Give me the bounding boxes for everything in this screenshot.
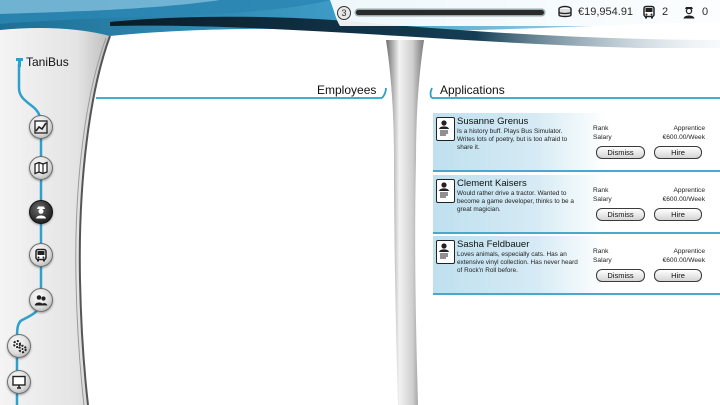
company-name-label: TaniBus — [26, 55, 69, 69]
applicant-bio: Loves animals, especially cats. Has an e… — [457, 251, 578, 274]
dismiss-button[interactable]: Dismiss — [596, 146, 645, 159]
bus-icon — [35, 248, 47, 262]
applicant-avatar-icon — [436, 117, 455, 141]
applicant-name: Sasha Feldbauer — [457, 239, 530, 250]
application-card: Susanne Grenus Is a history buff. Plays … — [433, 113, 720, 172]
drivers-stat: 0 — [682, 5, 708, 19]
salary-label: Salary — [593, 134, 612, 141]
nav-employees-button[interactable] — [29, 200, 53, 224]
level-progress-bar — [356, 10, 544, 15]
employees-list — [96, 100, 382, 400]
rank-value: Apprentice — [673, 248, 705, 255]
bus-count-icon — [643, 5, 655, 19]
money-value: €19,954.91 — [578, 6, 634, 18]
company-marker-icon — [16, 57, 23, 67]
salary-label: Salary — [593, 257, 612, 264]
nav-bus-button[interactable] — [29, 243, 53, 267]
company-name: TaniBus — [16, 55, 69, 69]
stats-icon — [34, 120, 48, 134]
application-card: Clement Kaisers Would rather drive a tra… — [433, 175, 720, 234]
map-icon — [34, 161, 48, 175]
employees-icon — [36, 206, 46, 219]
rank-value: Apprentice — [673, 125, 705, 132]
hire-button[interactable]: Hire — [654, 269, 702, 282]
salary-value: €600.00/Week — [662, 257, 705, 264]
rank-label: Rank — [593, 187, 609, 194]
applicant-bio: Would rather drive a tractor. Wanted to … — [457, 190, 574, 213]
hire-button[interactable]: Hire — [654, 208, 702, 221]
applicant-bio: Is a history buff. Plays Bus Simulator. … — [457, 128, 568, 151]
level-badge: 3 — [337, 6, 351, 20]
employees-title: Employees — [317, 83, 377, 97]
rank-value: Apprentice — [673, 187, 705, 194]
nav-monitor-button[interactable] — [7, 370, 31, 394]
money-stat: €19,954.91 — [558, 5, 633, 19]
settings-icon — [12, 339, 27, 353]
driver-count-icon — [683, 7, 695, 19]
users-icon — [34, 295, 48, 306]
salary-value: €600.00/Week — [662, 196, 705, 203]
top-status-bar: 3 €19,954.91 2 0 — [330, 0, 720, 26]
nav-users-button[interactable] — [29, 288, 53, 312]
money-icon — [558, 5, 572, 18]
applications-title: Applications — [440, 83, 505, 97]
salary-label: Salary — [593, 196, 612, 203]
nav-settings-button[interactable] — [7, 334, 31, 358]
applicant-avatar-icon — [436, 179, 455, 203]
nav-map-button[interactable] — [29, 156, 53, 180]
bus-count: 2 — [662, 6, 669, 18]
salary-value: €600.00/Week — [662, 134, 705, 141]
hire-button[interactable]: Hire — [654, 146, 702, 159]
nav-stats-button[interactable] — [29, 115, 53, 139]
application-card: Sasha Feldbauer Loves animals, especiall… — [433, 236, 720, 295]
rank-label: Rank — [593, 125, 609, 132]
dismiss-button[interactable]: Dismiss — [596, 208, 645, 221]
applicant-avatar-icon — [436, 240, 455, 264]
driver-count: 0 — [702, 6, 709, 18]
level-progress-fill — [356, 10, 541, 15]
monitor-icon — [12, 375, 26, 389]
dismiss-button[interactable]: Dismiss — [596, 269, 645, 282]
buses-stat: 2 — [642, 5, 668, 19]
rank-label: Rank — [593, 248, 609, 255]
applicant-name: Susanne Grenus — [457, 116, 529, 127]
applicant-name: Clement Kaisers — [457, 178, 527, 189]
